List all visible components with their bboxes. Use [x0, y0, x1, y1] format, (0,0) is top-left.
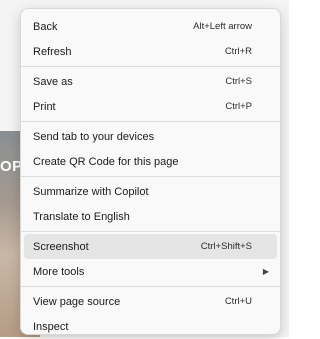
- menu-item-more-tools[interactable]: More tools ▶: [24, 259, 277, 284]
- context-menu: Back Alt+Left arrow Refresh Ctrl+R Save …: [20, 8, 281, 335]
- menu-item-shortcut: Alt+Left arrow: [193, 21, 252, 32]
- menu-separator: [21, 176, 280, 177]
- menu-item-label: View page source: [33, 295, 121, 308]
- menu-separator: [21, 231, 280, 232]
- menu-item-shortcut: Ctrl+U: [224, 296, 252, 307]
- menu-item-shortcut: Ctrl+R: [224, 46, 252, 57]
- menu-item-send-tab[interactable]: Send tab to your devices: [24, 124, 277, 149]
- menu-item-label: Summarize with Copilot: [33, 185, 149, 198]
- menu-item-refresh[interactable]: Refresh Ctrl+R: [24, 39, 277, 64]
- menu-item-label: Back: [33, 20, 58, 33]
- menu-item-label: Save as: [33, 75, 73, 88]
- menu-item-label: Send tab to your devices: [33, 130, 155, 143]
- menu-item-screenshot[interactable]: Screenshot Ctrl+Shift+S: [24, 234, 277, 259]
- menu-item-summarize-copilot[interactable]: Summarize with Copilot: [24, 179, 277, 204]
- menu-item-save-as[interactable]: Save as Ctrl+S: [24, 69, 277, 94]
- menu-separator: [21, 121, 280, 122]
- menu-item-label: Inspect: [33, 320, 69, 333]
- menu-item-shortcut: Ctrl+P: [225, 101, 252, 112]
- menu-item-shortcut: Ctrl+S: [225, 76, 252, 87]
- menu-item-inspect[interactable]: Inspect: [24, 314, 277, 339]
- menu-item-view-page-source[interactable]: View page source Ctrl+U: [24, 289, 277, 314]
- menu-item-shortcut: Ctrl+Shift+S: [200, 241, 252, 252]
- menu-item-label: Refresh: [33, 45, 72, 58]
- menu-item-label: Create QR Code for this page: [33, 155, 179, 168]
- menu-item-back[interactable]: Back Alt+Left arrow: [24, 14, 277, 39]
- menu-item-label: More tools: [33, 265, 85, 278]
- menu-item-create-qr-code[interactable]: Create QR Code for this page: [24, 149, 277, 174]
- menu-separator: [21, 66, 280, 67]
- menu-item-label: Screenshot: [33, 240, 89, 253]
- menu-separator: [21, 286, 280, 287]
- menu-item-translate[interactable]: Translate to English: [24, 204, 277, 229]
- menu-item-label: Translate to English: [33, 210, 130, 223]
- chevron-right-icon: ▶: [262, 267, 269, 276]
- menu-item-label: Print: [33, 100, 56, 113]
- menu-item-print[interactable]: Print Ctrl+P: [24, 94, 277, 119]
